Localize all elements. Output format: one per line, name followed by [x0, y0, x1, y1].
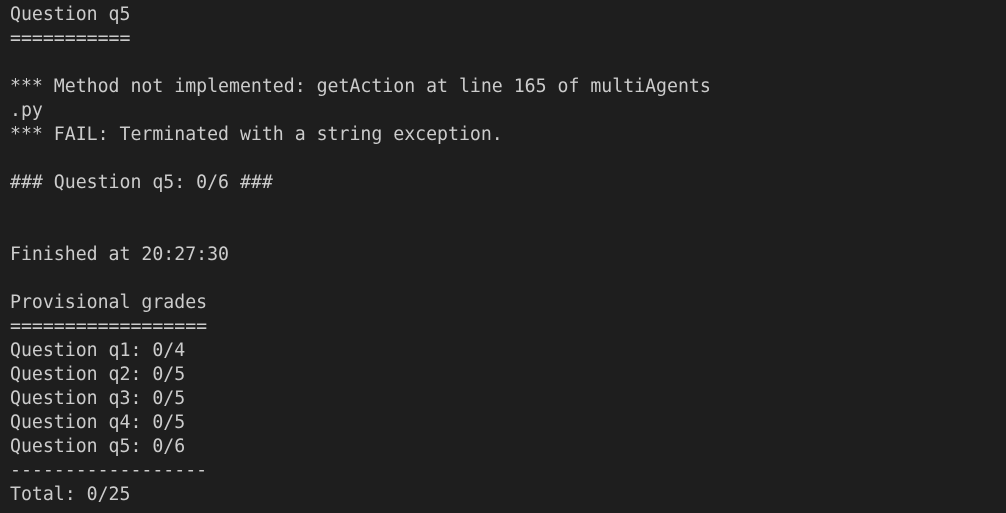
terminal-output: Question q5 =========== *** Method not imp…: [10, 3, 711, 507]
terminal-line: ==================: [10, 316, 208, 337]
terminal-line: Question q2: 0/5: [10, 364, 186, 385]
terminal-line: ### Question q5: 0/6 ###: [10, 172, 273, 193]
terminal-line: *** Method not implemented: getAction at…: [10, 76, 711, 97]
terminal-line: Question q5: [10, 4, 131, 25]
terminal-line: .py: [10, 100, 43, 121]
terminal-line: Question q1: 0/4: [10, 340, 186, 361]
terminal-line: *** FAIL: Terminated with a string excep…: [10, 124, 503, 145]
terminal-line: Total: 0/25: [10, 484, 131, 505]
terminal-line: Finished at 20:27:30: [10, 244, 229, 265]
terminal-line: Question q4: 0/5: [10, 412, 186, 433]
terminal-line: Question q5: 0/6: [10, 436, 186, 457]
terminal-line: ------------------: [10, 460, 208, 481]
terminal-line: Question q3: 0/5: [10, 388, 186, 409]
terminal-line: Provisional grades: [10, 292, 208, 313]
terminal-line: ===========: [10, 28, 131, 49]
